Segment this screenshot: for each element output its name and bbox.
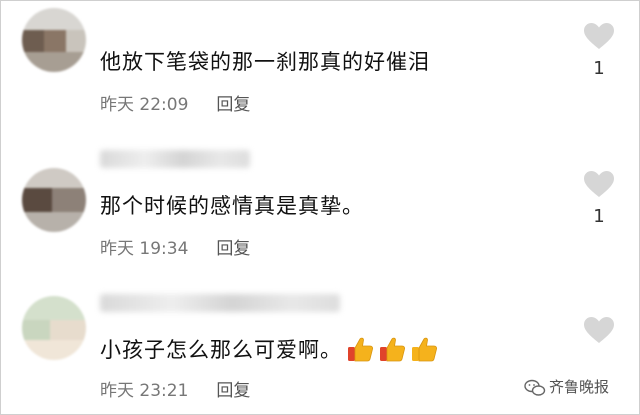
like-button[interactable]: 1 bbox=[578, 170, 620, 227]
watermark: 齐鲁晚报 bbox=[524, 376, 609, 397]
comment-text: 小孩子怎么那么可爱啊。 bbox=[100, 334, 438, 368]
heart-icon bbox=[584, 171, 614, 197]
watermark-text: 齐鲁晚报 bbox=[549, 378, 610, 396]
reply-button[interactable]: 回复 bbox=[216, 239, 250, 259]
like-button[interactable] bbox=[578, 316, 620, 352]
heart-icon bbox=[584, 317, 614, 343]
like-count: 1 bbox=[593, 206, 605, 227]
avatar[interactable] bbox=[22, 8, 86, 72]
reply-button[interactable]: 回复 bbox=[216, 381, 250, 401]
wechat-icon bbox=[524, 379, 546, 396]
comment-time: 昨天 22:09 bbox=[100, 95, 189, 115]
comment-item: 他放下笔袋的那一刹那真的好催泪 昨天 22:09 回复 1 bbox=[0, 0, 640, 138]
heart-icon bbox=[584, 23, 614, 49]
comment-meta: 昨天 22:09 回复 bbox=[100, 90, 250, 115]
comment-item: 那个时候的感情真是真挚。 昨天 19:34 回复 1 bbox=[0, 138, 640, 276]
thumbs-up-icon bbox=[410, 335, 438, 368]
like-count: 1 bbox=[593, 58, 605, 79]
avatar[interactable] bbox=[22, 296, 86, 360]
comment-meta: 昨天 23:21 回复 bbox=[100, 376, 250, 401]
comment-text: 他放下笔袋的那一刹那真的好催泪 bbox=[100, 50, 430, 74]
comment-time: 昨天 23:21 bbox=[100, 381, 189, 401]
blurred-username bbox=[100, 294, 340, 312]
comment-text: 那个时候的感情真是真挚。 bbox=[100, 194, 364, 218]
comment-time: 昨天 19:34 bbox=[100, 239, 189, 259]
thumbs-up-icon bbox=[346, 335, 374, 368]
thumbs-up-icon bbox=[378, 335, 406, 368]
comment-text-content: 小孩子怎么那么可爱啊。 bbox=[100, 338, 342, 362]
blurred-username bbox=[100, 150, 250, 168]
comment-meta: 昨天 19:34 回复 bbox=[100, 234, 250, 259]
avatar[interactable] bbox=[22, 168, 86, 232]
reply-button[interactable]: 回复 bbox=[216, 95, 250, 115]
like-button[interactable]: 1 bbox=[578, 22, 620, 79]
